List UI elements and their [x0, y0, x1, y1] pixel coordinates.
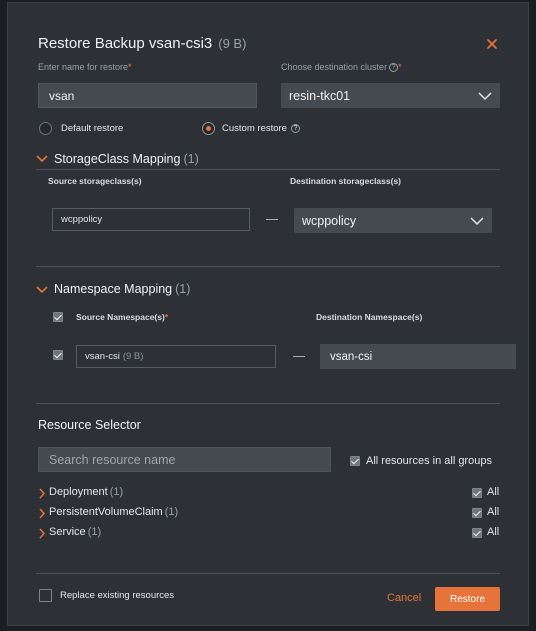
chevron-down-icon — [478, 91, 492, 100]
resource-selector-title: Resource Selector — [38, 418, 141, 432]
source-storageclass-header: Source storageclass(s) — [48, 176, 142, 186]
namespace-mapping-title: Namespace Mapping — [54, 282, 173, 296]
destination-cluster-select[interactable]: resin-tkc01 — [281, 83, 500, 108]
required-mark: * — [164, 312, 169, 322]
chevron-right-icon — [39, 488, 46, 499]
divider — [36, 403, 500, 404]
restore-backup-dialog: Restore Backup vsan-csi3 (9 B) Enter name… — [7, 2, 529, 626]
resource-row-persistentvolumeclaim[interactable]: PersistentVolumeClaim (1) All — [38, 506, 502, 520]
close-icon — [487, 39, 497, 49]
resource-all-checkbox[interactable] — [472, 528, 482, 538]
resource-name-text: Deployment — [49, 486, 108, 498]
resource-all-label: All — [487, 486, 500, 498]
restore-name-input[interactable]: vsan — [38, 83, 257, 108]
source-namespace-size: (9 B) — [122, 351, 144, 362]
dialog-title-text: Restore Backup vsan-csi3 — [38, 35, 213, 52]
restore-button[interactable]: Restore — [435, 587, 500, 611]
resource-name: PersistentVolumeClaim (1) — [49, 506, 178, 518]
source-namespace-header-text: Source Namespace(s) — [76, 312, 165, 322]
required-mark: * — [128, 62, 132, 72]
close-button[interactable] — [484, 36, 500, 52]
mapping-dash — [293, 356, 305, 357]
default-restore-radio[interactable] — [39, 122, 52, 135]
restore-name-label-text: Enter name for restore — [38, 62, 129, 72]
chevron-right-icon — [39, 528, 46, 539]
divider — [36, 169, 500, 170]
resource-name-text: Service — [49, 526, 86, 538]
destination-storageclass-select[interactable]: wcppolicy — [294, 208, 492, 233]
chevron-down-icon[interactable] — [36, 285, 48, 294]
storageclass-mapping-title: StorageClass Mapping — [54, 152, 181, 166]
resource-row-deployment[interactable]: Deployment (1) All — [38, 486, 502, 500]
dialog-title: Restore Backup vsan-csi3 (9 B) — [38, 35, 246, 52]
replace-existing-checkbox[interactable] — [39, 589, 52, 602]
replace-existing-label: Replace existing resources — [60, 590, 175, 601]
chevron-down-icon — [470, 216, 484, 225]
help-icon[interactable]: ? — [389, 63, 399, 72]
resource-all-label: All — [487, 526, 500, 538]
namespace-mapping-count: (1) — [175, 282, 191, 296]
storageclass-mapping-header[interactable]: StorageClass Mapping (1) — [54, 152, 199, 166]
destination-cluster-label: Choose destination cluster? * — [281, 62, 402, 72]
resource-name: Service (1) — [49, 526, 101, 538]
destination-namespace-header: Destination Namespace(s) — [316, 312, 423, 322]
resource-count: (1) — [164, 506, 179, 518]
required-mark: * — [398, 62, 402, 72]
default-restore-label: Default restore — [61, 123, 124, 134]
restore-name-label: Enter name for restore* — [38, 62, 132, 72]
custom-restore-radio[interactable] — [202, 122, 215, 135]
cancel-button[interactable]: Cancel — [387, 592, 421, 604]
destination-cluster-value: resin-tkc01 — [289, 88, 351, 103]
all-resources-label: All resources in all groups — [366, 455, 492, 467]
destination-storageclass-value: wcppolicy — [302, 213, 357, 228]
resource-all-checkbox[interactable] — [472, 488, 482, 498]
all-resources-checkbox[interactable] — [350, 456, 360, 466]
destination-storageclass-header: Destination storageclass(s) — [290, 176, 402, 186]
divider — [36, 266, 500, 267]
dialog-title-size: (9 B) — [218, 36, 247, 51]
resource-count: (1) — [109, 486, 124, 498]
destination-cluster-label-text: Choose destination cluster — [281, 62, 388, 72]
namespace-mapping-header[interactable]: Namespace Mapping (1) — [54, 282, 190, 296]
divider — [36, 573, 500, 574]
namespace-row-checkbox[interactable] — [53, 350, 63, 360]
custom-restore-label-text: Custom restore — [222, 123, 287, 134]
resource-all-checkbox[interactable] — [472, 508, 482, 518]
custom-restore-label: Custom restore? — [222, 123, 300, 134]
resource-name: Deployment (1) — [49, 486, 123, 498]
source-namespace-field: vsan-csi (9 B) — [76, 345, 276, 368]
storageclass-mapping-count: (1) — [183, 152, 199, 166]
select-all-namespaces-checkbox[interactable] — [53, 312, 63, 322]
resource-row-service[interactable]: Service (1) All — [38, 526, 502, 540]
mapping-dash — [266, 219, 278, 220]
chevron-right-icon — [39, 508, 46, 519]
source-namespace-value: vsan-csi — [85, 351, 120, 362]
source-namespace-header: Source Namespace(s)* — [76, 312, 168, 322]
resource-name-text: PersistentVolumeClaim — [49, 506, 163, 518]
resource-all-label: All — [487, 506, 500, 518]
resource-count: (1) — [87, 526, 102, 538]
source-storageclass-field: wcppolicy — [52, 208, 250, 231]
destination-namespace-input[interactable]: vsan-csi — [320, 344, 516, 369]
chevron-down-icon[interactable] — [36, 154, 48, 163]
resource-search-input[interactable]: Search resource name — [38, 447, 331, 472]
help-icon[interactable]: ? — [290, 124, 300, 133]
